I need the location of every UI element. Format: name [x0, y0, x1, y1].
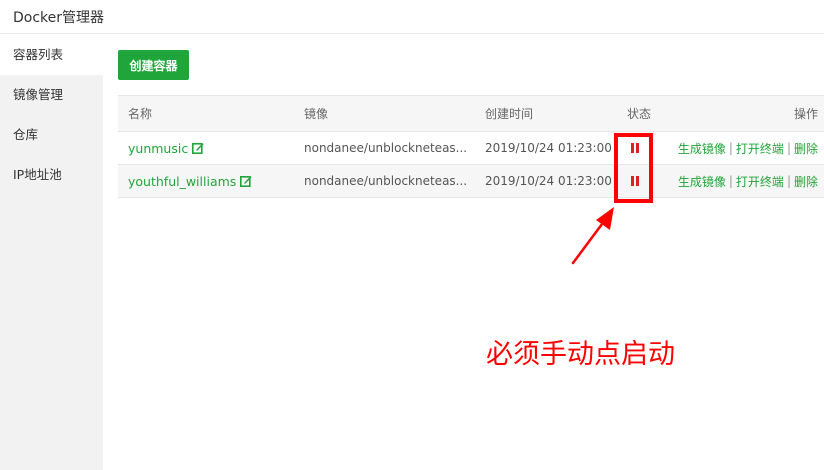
- container-table: 名称 镜像 创建时间 状态 操作 yunmusic nondanee/unblo…: [118, 95, 824, 198]
- edit-icon[interactable]: [240, 175, 252, 187]
- sidebar: 容器列表 镜像管理 仓库 IP地址池: [0, 35, 103, 470]
- pause-icon[interactable]: [631, 143, 639, 153]
- table-row: youthful_williams nondanee/unblockneteas…: [118, 165, 824, 198]
- delete-link[interactable]: 删除: [794, 173, 818, 190]
- make-image-link[interactable]: 生成镜像: [678, 173, 726, 190]
- open-terminal-link[interactable]: 打开终端: [736, 140, 784, 157]
- app-title: Docker管理器: [13, 10, 105, 26]
- table-row: yunmusic nondanee/unblockneteas... 2019/…: [118, 132, 824, 165]
- annotation-text: 必须手动点启动: [486, 339, 675, 370]
- table-header: 名称 镜像 创建时间 状态 操作: [118, 96, 824, 132]
- ops-separator: |: [728, 174, 733, 188]
- header-image: 镜像: [304, 107, 329, 121]
- container-name-link[interactable]: yunmusic: [128, 141, 188, 156]
- delete-link[interactable]: 删除: [794, 140, 818, 157]
- status-cell: [627, 165, 639, 197]
- sidebar-item-container-list[interactable]: 容器列表: [0, 35, 103, 75]
- main-content: 创建容器 名称 镜像 创建时间 状态 操作 yunmusic nondanee/…: [103, 35, 824, 470]
- header-ops: 操作: [793, 107, 818, 121]
- image-cell: nondanee/unblockneteas...: [304, 141, 468, 155]
- header-status: 状态: [627, 107, 652, 121]
- open-terminal-link[interactable]: 打开终端: [736, 173, 784, 190]
- make-image-link[interactable]: 生成镜像: [678, 140, 726, 157]
- container-name-cell: youthful_williams: [128, 165, 252, 197]
- pause-icon[interactable]: [631, 176, 639, 186]
- image-cell: nondanee/unblockneteas...: [304, 174, 468, 188]
- created-cell: 2019/10/24 01:23:00: [485, 174, 612, 188]
- ops-separator: |: [728, 141, 733, 155]
- created-cell: 2019/10/24 01:23:00: [485, 141, 612, 155]
- ops-separator: |: [786, 174, 791, 188]
- sidebar-item-image-management[interactable]: 镜像管理: [0, 75, 103, 115]
- ops-cell: 生成镜像 | 打开终端 | 删除: [678, 165, 818, 197]
- container-name-link[interactable]: youthful_williams: [128, 174, 236, 189]
- header-name: 名称: [128, 107, 153, 121]
- ops-cell: 生成镜像 | 打开终端 | 删除: [678, 132, 818, 164]
- header-created: 创建时间: [485, 107, 534, 121]
- sidebar-item-repository[interactable]: 仓库: [0, 115, 103, 155]
- create-container-button[interactable]: 创建容器: [118, 50, 189, 80]
- title-bar: Docker管理器: [0, 0, 824, 34]
- status-cell: [627, 132, 639, 164]
- edit-icon[interactable]: [192, 142, 204, 154]
- sidebar-item-ip-pool[interactable]: IP地址池: [0, 155, 103, 195]
- ops-separator: |: [786, 141, 791, 155]
- container-name-cell: yunmusic: [128, 132, 204, 164]
